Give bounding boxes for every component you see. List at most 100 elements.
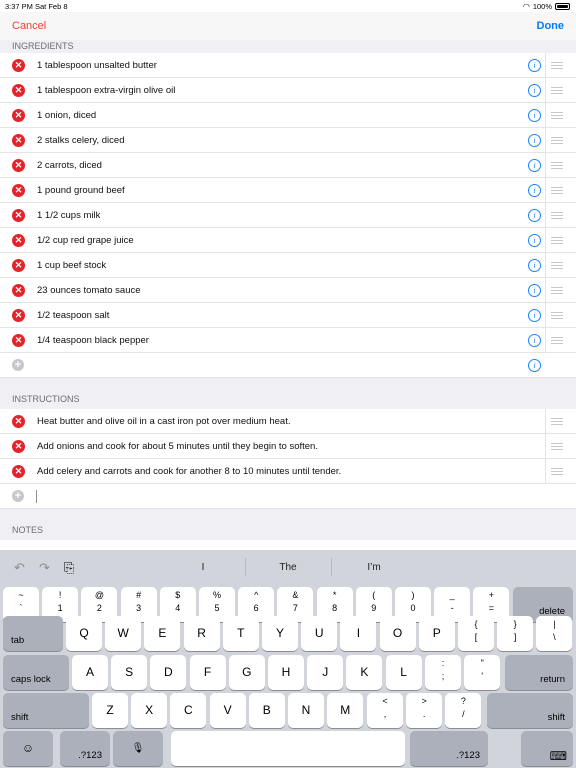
item-text[interactable]: 1 tablespoon unsalted butter	[37, 53, 157, 78]
delete-icon[interactable]: ✕	[12, 134, 25, 147]
list-item[interactable]: ✕ 1 tablespoon extra-virgin olive oil i	[0, 78, 576, 103]
reorder-handle-icon[interactable]	[551, 162, 563, 169]
item-text[interactable]: 1 1/2 cups milk	[37, 203, 100, 228]
info-icon[interactable]: i	[528, 359, 541, 372]
item-text[interactable]: 1/2 teaspoon salt	[37, 303, 109, 328]
item-text[interactable]: 2 stalks celery, diced	[37, 128, 124, 153]
key-d[interactable]: D	[150, 655, 187, 690]
reorder-handle-icon[interactable]	[551, 137, 563, 144]
key-u[interactable]: U	[301, 616, 338, 651]
suggestion-2[interactable]: The	[248, 562, 328, 573]
cancel-button[interactable]: Cancel	[12, 20, 46, 32]
info-icon[interactable]: i	[528, 184, 541, 197]
key-w[interactable]: W	[105, 616, 142, 651]
reorder-handle-icon[interactable]	[551, 87, 563, 94]
list-item[interactable]: ✕ 1 pound ground beef i	[0, 178, 576, 203]
undo-icon[interactable]: ↶	[14, 560, 25, 576]
key-e[interactable]: E	[144, 616, 181, 651]
caps-lock-key[interactable]: caps lock	[3, 655, 69, 690]
item-text[interactable]: Heat butter and olive oil in a cast iron…	[37, 409, 290, 434]
info-icon[interactable]: i	[528, 109, 541, 122]
reorder-handle-icon[interactable]	[551, 312, 563, 319]
reorder-handle-icon[interactable]	[551, 337, 563, 344]
right-shift-key[interactable]: shift	[487, 693, 573, 728]
list-item[interactable]: ✕ Add celery and carrots and cook for ano…	[0, 459, 576, 484]
key-h[interactable]: H	[268, 655, 304, 690]
paste-icon[interactable]: ⎘	[64, 560, 74, 576]
reorder-handle-icon[interactable]	[551, 468, 563, 475]
key-i[interactable]: I	[340, 616, 377, 651]
item-text[interactable]: 2 carrots, diced	[37, 153, 102, 178]
list-item[interactable]: ✕ Add onions and cook for about 5 minutes…	[0, 434, 576, 459]
reorder-handle-icon[interactable]	[551, 237, 563, 244]
delete-icon[interactable]: ✕	[12, 184, 25, 197]
key-a[interactable]: A	[72, 655, 108, 690]
key-j[interactable]: J	[307, 655, 344, 690]
left-shift-key[interactable]: shift	[3, 693, 89, 728]
add-icon[interactable]: +	[12, 359, 24, 371]
key-r[interactable]: R	[183, 616, 220, 651]
return-key[interactable]: return	[505, 655, 573, 690]
space-bar[interactable]	[171, 731, 405, 766]
list-item[interactable]: ✕ 1 cup beef stock i	[0, 253, 576, 278]
item-text[interactable]: Add celery and carrots and cook for anot…	[37, 459, 341, 484]
info-icon[interactable]: i	[528, 59, 541, 72]
key-l[interactable]: L	[385, 655, 422, 690]
item-text[interactable]: 1/2 cup red grape juice	[37, 228, 134, 253]
key-n[interactable]: N	[288, 693, 324, 728]
key-m[interactable]: M	[327, 693, 364, 728]
punct-key[interactable]: :;	[425, 655, 461, 690]
key-c[interactable]: C	[170, 693, 207, 728]
add-icon[interactable]: +	[12, 490, 24, 502]
delete-icon[interactable]: ✕	[12, 59, 25, 72]
item-text[interactable]: Add onions and cook for about 5 minutes …	[37, 434, 318, 459]
emoji-key[interactable]: ☺	[3, 731, 53, 766]
delete-icon[interactable]: ✕	[12, 440, 25, 453]
list-item[interactable]: ✕ 1 tablespoon unsalted butter i	[0, 53, 576, 78]
punct-key[interactable]: <,	[367, 693, 403, 728]
reorder-handle-icon[interactable]	[551, 287, 563, 294]
info-icon[interactable]: i	[528, 84, 541, 97]
list-item[interactable]: ✕ 1/2 cup red grape juice i	[0, 228, 576, 253]
add-ingredient-row[interactable]: + i	[0, 353, 576, 378]
list-item[interactable]: ✕ 1 1/2 cups milk i	[0, 203, 576, 228]
reorder-handle-icon[interactable]	[551, 112, 563, 119]
key-b[interactable]: B	[248, 693, 285, 728]
recipe-edit-list[interactable]: INGREDIENTS ✕ 1 tablespoon unsalted butte…	[0, 40, 576, 540]
suggestion-3[interactable]: I’m	[334, 562, 414, 573]
punct-key[interactable]: ? /	[445, 693, 482, 728]
dictation-key[interactable]: 🎙	[113, 731, 163, 766]
item-text[interactable]: 1 onion, diced	[37, 103, 96, 128]
info-icon[interactable]: i	[528, 334, 541, 347]
info-icon[interactable]: i	[528, 209, 541, 222]
key-z[interactable]: Z	[92, 693, 128, 728]
item-text[interactable]: 23 ounces tomato sauce	[37, 278, 141, 303]
delete-icon[interactable]: ✕	[12, 109, 25, 122]
reorder-handle-icon[interactable]	[551, 262, 563, 269]
list-item[interactable]: ✕ Heat butter and olive oil in a cast iro…	[0, 409, 576, 434]
reorder-handle-icon[interactable]	[551, 443, 563, 450]
list-item[interactable]: ✕ 1/2 teaspoon salt i	[0, 303, 576, 328]
punct-key[interactable]: | \	[536, 616, 573, 651]
info-icon[interactable]: i	[528, 259, 541, 272]
delete-icon[interactable]: ✕	[12, 234, 25, 247]
delete-icon[interactable]: ✕	[12, 84, 25, 97]
key-t[interactable]: T	[222, 616, 259, 651]
key-p[interactable]: P	[418, 616, 455, 651]
list-item[interactable]: ✕ 1/4 teaspoon black pepper i	[0, 328, 576, 353]
info-icon[interactable]: i	[528, 284, 541, 297]
add-instruction-row[interactable]: +	[0, 484, 576, 509]
info-icon[interactable]: i	[528, 309, 541, 322]
punct-key[interactable]: >.	[406, 693, 443, 728]
numbers-key-right[interactable]: .?123	[410, 731, 488, 766]
key-k[interactable]: K	[346, 655, 383, 690]
reorder-handle-icon[interactable]	[551, 187, 563, 194]
delete-icon[interactable]: ✕	[12, 259, 25, 272]
reorder-handle-icon[interactable]	[551, 418, 563, 425]
suggestion-1[interactable]: I	[163, 562, 243, 573]
list-item[interactable]: ✕ 2 carrots, diced i	[0, 153, 576, 178]
item-text[interactable]: 1 pound ground beef	[37, 178, 125, 203]
key-q[interactable]: Q	[66, 616, 102, 651]
delete-icon[interactable]: ✕	[12, 309, 25, 322]
item-text[interactable]: 1/4 teaspoon black pepper	[37, 328, 149, 353]
